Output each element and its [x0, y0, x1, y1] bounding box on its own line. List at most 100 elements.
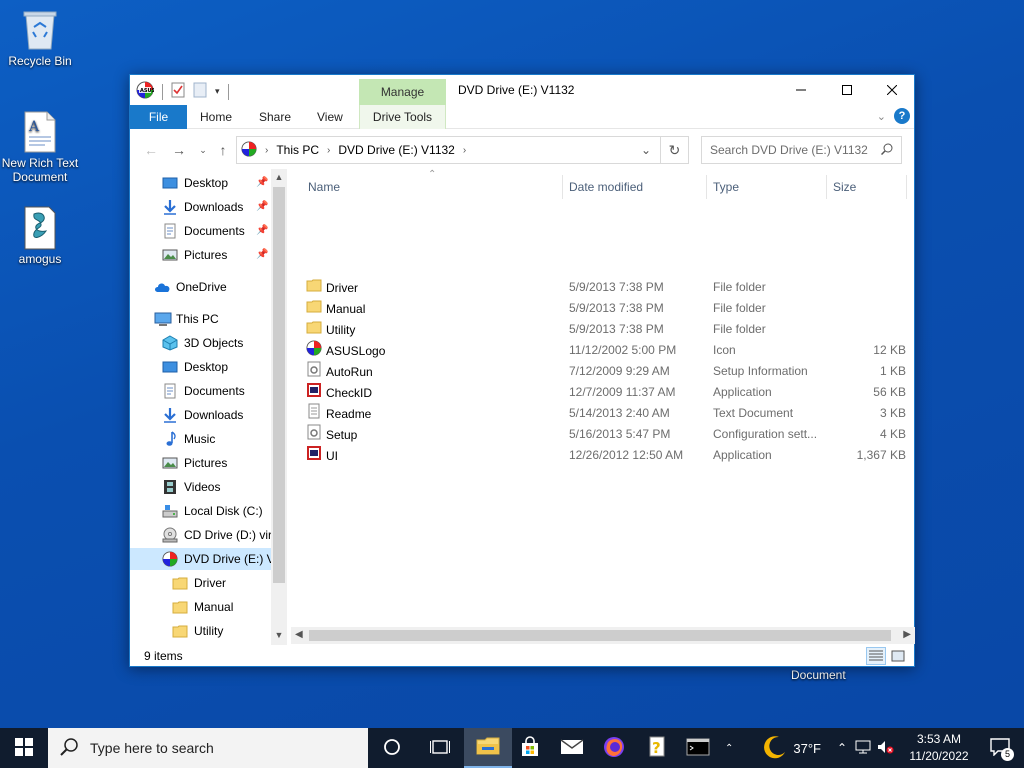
minimize-button[interactable]: [778, 75, 824, 105]
taskbar-firefox[interactable]: [590, 728, 638, 768]
qat-dropdown-icon[interactable]: ▾: [215, 86, 220, 97]
column-header-type[interactable]: Type: [713, 177, 739, 197]
column-separator[interactable]: [562, 175, 563, 199]
nav-item-manual[interactable]: Manual: [172, 596, 233, 618]
address-bar[interactable]: › This PC › DVD Drive (E:) V1132 ›: [236, 136, 661, 164]
pin-icon[interactable]: 📌: [256, 249, 268, 260]
taskbar-clock[interactable]: 3:53 AM 11/20/2022: [903, 731, 975, 765]
tab-file[interactable]: File: [130, 105, 187, 129]
table-row[interactable]: Driver 5/9/2013 7:38 PM File folder: [306, 277, 906, 298]
nav-item-pictures-pc[interactable]: Pictures: [162, 452, 227, 474]
nav-item-music[interactable]: Music: [162, 428, 215, 450]
tab-share[interactable]: Share: [249, 105, 301, 129]
cortana-button[interactable]: [368, 728, 416, 768]
scroll-down-icon[interactable]: ▼: [274, 630, 284, 642]
details-view-icon[interactable]: [866, 647, 886, 665]
scrollbar-thumb[interactable]: [273, 187, 285, 583]
taskbar-search-box[interactable]: Type here to search: [48, 728, 368, 768]
taskbar-mail[interactable]: [548, 728, 596, 768]
nav-item-downloads[interactable]: Downloads: [162, 196, 243, 218]
scroll-left-icon[interactable]: ◀: [295, 629, 303, 640]
column-header-name[interactable]: Name: [308, 177, 340, 197]
action-center-button[interactable]: 5: [976, 728, 1024, 768]
nav-item-downloads-pc[interactable]: Downloads: [162, 404, 243, 426]
nav-item-documents-pc[interactable]: Documents: [162, 380, 245, 402]
back-button[interactable]: ←: [142, 141, 160, 159]
column-separator[interactable]: [706, 175, 707, 199]
nav-item-videos[interactable]: Videos: [162, 476, 220, 498]
column-header-size[interactable]: Size: [833, 177, 856, 197]
table-row[interactable]: AutoRun 7/12/2009 9:29 AM Setup Informat…: [306, 361, 906, 382]
large-icons-view-icon[interactable]: [888, 647, 908, 665]
forward-button[interactable]: →: [170, 141, 188, 159]
column-separator[interactable]: [826, 175, 827, 199]
nav-item-dvd-drive-e[interactable]: DVD Drive (E:) V1: [130, 548, 281, 570]
volume-muted-icon[interactable]: [877, 740, 895, 757]
chevron-right-icon[interactable]: ›: [463, 145, 466, 156]
scroll-right-icon[interactable]: ▶: [903, 629, 911, 640]
nav-pane-scrollbar[interactable]: ▲ ▼: [271, 169, 287, 645]
table-row[interactable]: ASUSLogo 11/12/2002 5:00 PM Icon 12 KB: [306, 340, 906, 361]
show-hidden-icons-chevron-icon[interactable]: ⌃: [837, 741, 847, 755]
nav-item-desktop[interactable]: Desktop: [162, 172, 228, 194]
taskbar-command-prompt[interactable]: [674, 728, 722, 768]
recent-locations-button[interactable]: ⌄: [194, 141, 212, 159]
refresh-button[interactable]: ↻: [661, 136, 689, 164]
desktop-icon-recycle-bin[interactable]: Recycle Bin: [0, 8, 80, 68]
help-icon[interactable]: ?: [894, 108, 910, 124]
start-button[interactable]: [0, 728, 48, 768]
tray-expand-chevron-icon[interactable]: ⌃: [725, 743, 733, 754]
expand-ribbon-icon[interactable]: ⌄: [877, 110, 886, 123]
nav-item-onedrive[interactable]: OneDrive: [154, 276, 227, 298]
column-separator[interactable]: [906, 175, 907, 199]
pin-icon[interactable]: 📌: [256, 177, 268, 188]
table-row[interactable]: UI 12/26/2012 12:50 AM Application 1,367…: [306, 445, 906, 466]
desktop-icon-rtf-document[interactable]: A New Rich Text Document: [0, 110, 80, 184]
breadcrumb-this-pc[interactable]: This PC: [276, 143, 319, 157]
taskbar-file-explorer[interactable]: [464, 728, 512, 768]
address-dropdown-button[interactable]: ⌄: [631, 136, 661, 164]
nav-item-utility[interactable]: Utility: [172, 620, 223, 642]
table-row[interactable]: Utility 5/9/2013 7:38 PM File folder: [306, 319, 906, 340]
chevron-right-icon[interactable]: ›: [265, 145, 268, 156]
maximize-button[interactable]: [824, 75, 870, 105]
nav-item-this-pc[interactable]: This PC: [154, 308, 219, 330]
nav-item-driver[interactable]: Driver: [172, 572, 226, 594]
tab-drive-tools[interactable]: Drive Tools: [359, 105, 446, 129]
search-input[interactable]: Search DVD Drive (E:) V1132: [701, 136, 902, 164]
chevron-right-icon[interactable]: ›: [327, 145, 330, 156]
taskbar-store[interactable]: [506, 728, 554, 768]
nav-item-pictures[interactable]: Pictures: [162, 244, 227, 266]
table-row[interactable]: Setup 5/16/2013 5:47 PM Configuration se…: [306, 424, 906, 445]
weather-moon-icon[interactable]: [761, 734, 787, 763]
scroll-up-icon[interactable]: ▲: [274, 172, 284, 184]
task-view-button[interactable]: [416, 728, 464, 768]
nav-item-local-disk-c[interactable]: Local Disk (C:): [162, 500, 263, 522]
table-row[interactable]: CheckID 12/7/2009 11:37 AM Application 5…: [306, 382, 906, 403]
pin-icon[interactable]: 📌: [256, 201, 268, 212]
manage-contextual-tab[interactable]: Manage: [359, 79, 446, 105]
table-row[interactable]: Readme 5/14/2013 2:40 AM Text Document 3…: [306, 403, 906, 424]
breadcrumb-dvd-drive[interactable]: DVD Drive (E:) V1132: [338, 143, 454, 157]
nav-item-cd-drive-d[interactable]: CD Drive (D:) virt: [162, 524, 275, 546]
desktop-icon-amogus[interactable]: amogus: [0, 206, 80, 266]
tab-view[interactable]: View: [307, 105, 353, 129]
pin-icon[interactable]: 📌: [256, 225, 268, 236]
tab-home[interactable]: Home: [190, 105, 242, 129]
title-bar[interactable]: ASUS ▾ Manage DVD Drive (E:) V1132: [130, 75, 914, 105]
column-header-date-modified[interactable]: Date modified: [569, 177, 643, 197]
properties-icon[interactable]: [171, 82, 185, 101]
table-row[interactable]: Manual 5/9/2013 7:38 PM File folder: [306, 298, 906, 319]
taskbar-help-app[interactable]: ?: [632, 728, 680, 768]
file-explorer-window[interactable]: ASUS ▾ Manage DVD Drive (E:) V1132 File …: [129, 74, 915, 667]
nav-item-desktop-pc[interactable]: Desktop: [162, 356, 228, 378]
content-horizontal-scrollbar[interactable]: ◀ ▶: [291, 627, 915, 644]
up-button[interactable]: ↑: [214, 141, 232, 159]
close-button[interactable]: [869, 75, 915, 105]
scrollbar-thumb[interactable]: [309, 630, 891, 641]
new-folder-icon[interactable]: [193, 82, 207, 101]
network-icon[interactable]: [855, 740, 871, 757]
nav-item-documents[interactable]: Documents: [162, 220, 245, 242]
nav-item-3d-objects[interactable]: 3D Objects: [162, 332, 243, 354]
weather-temperature[interactable]: 37°F: [793, 741, 821, 756]
